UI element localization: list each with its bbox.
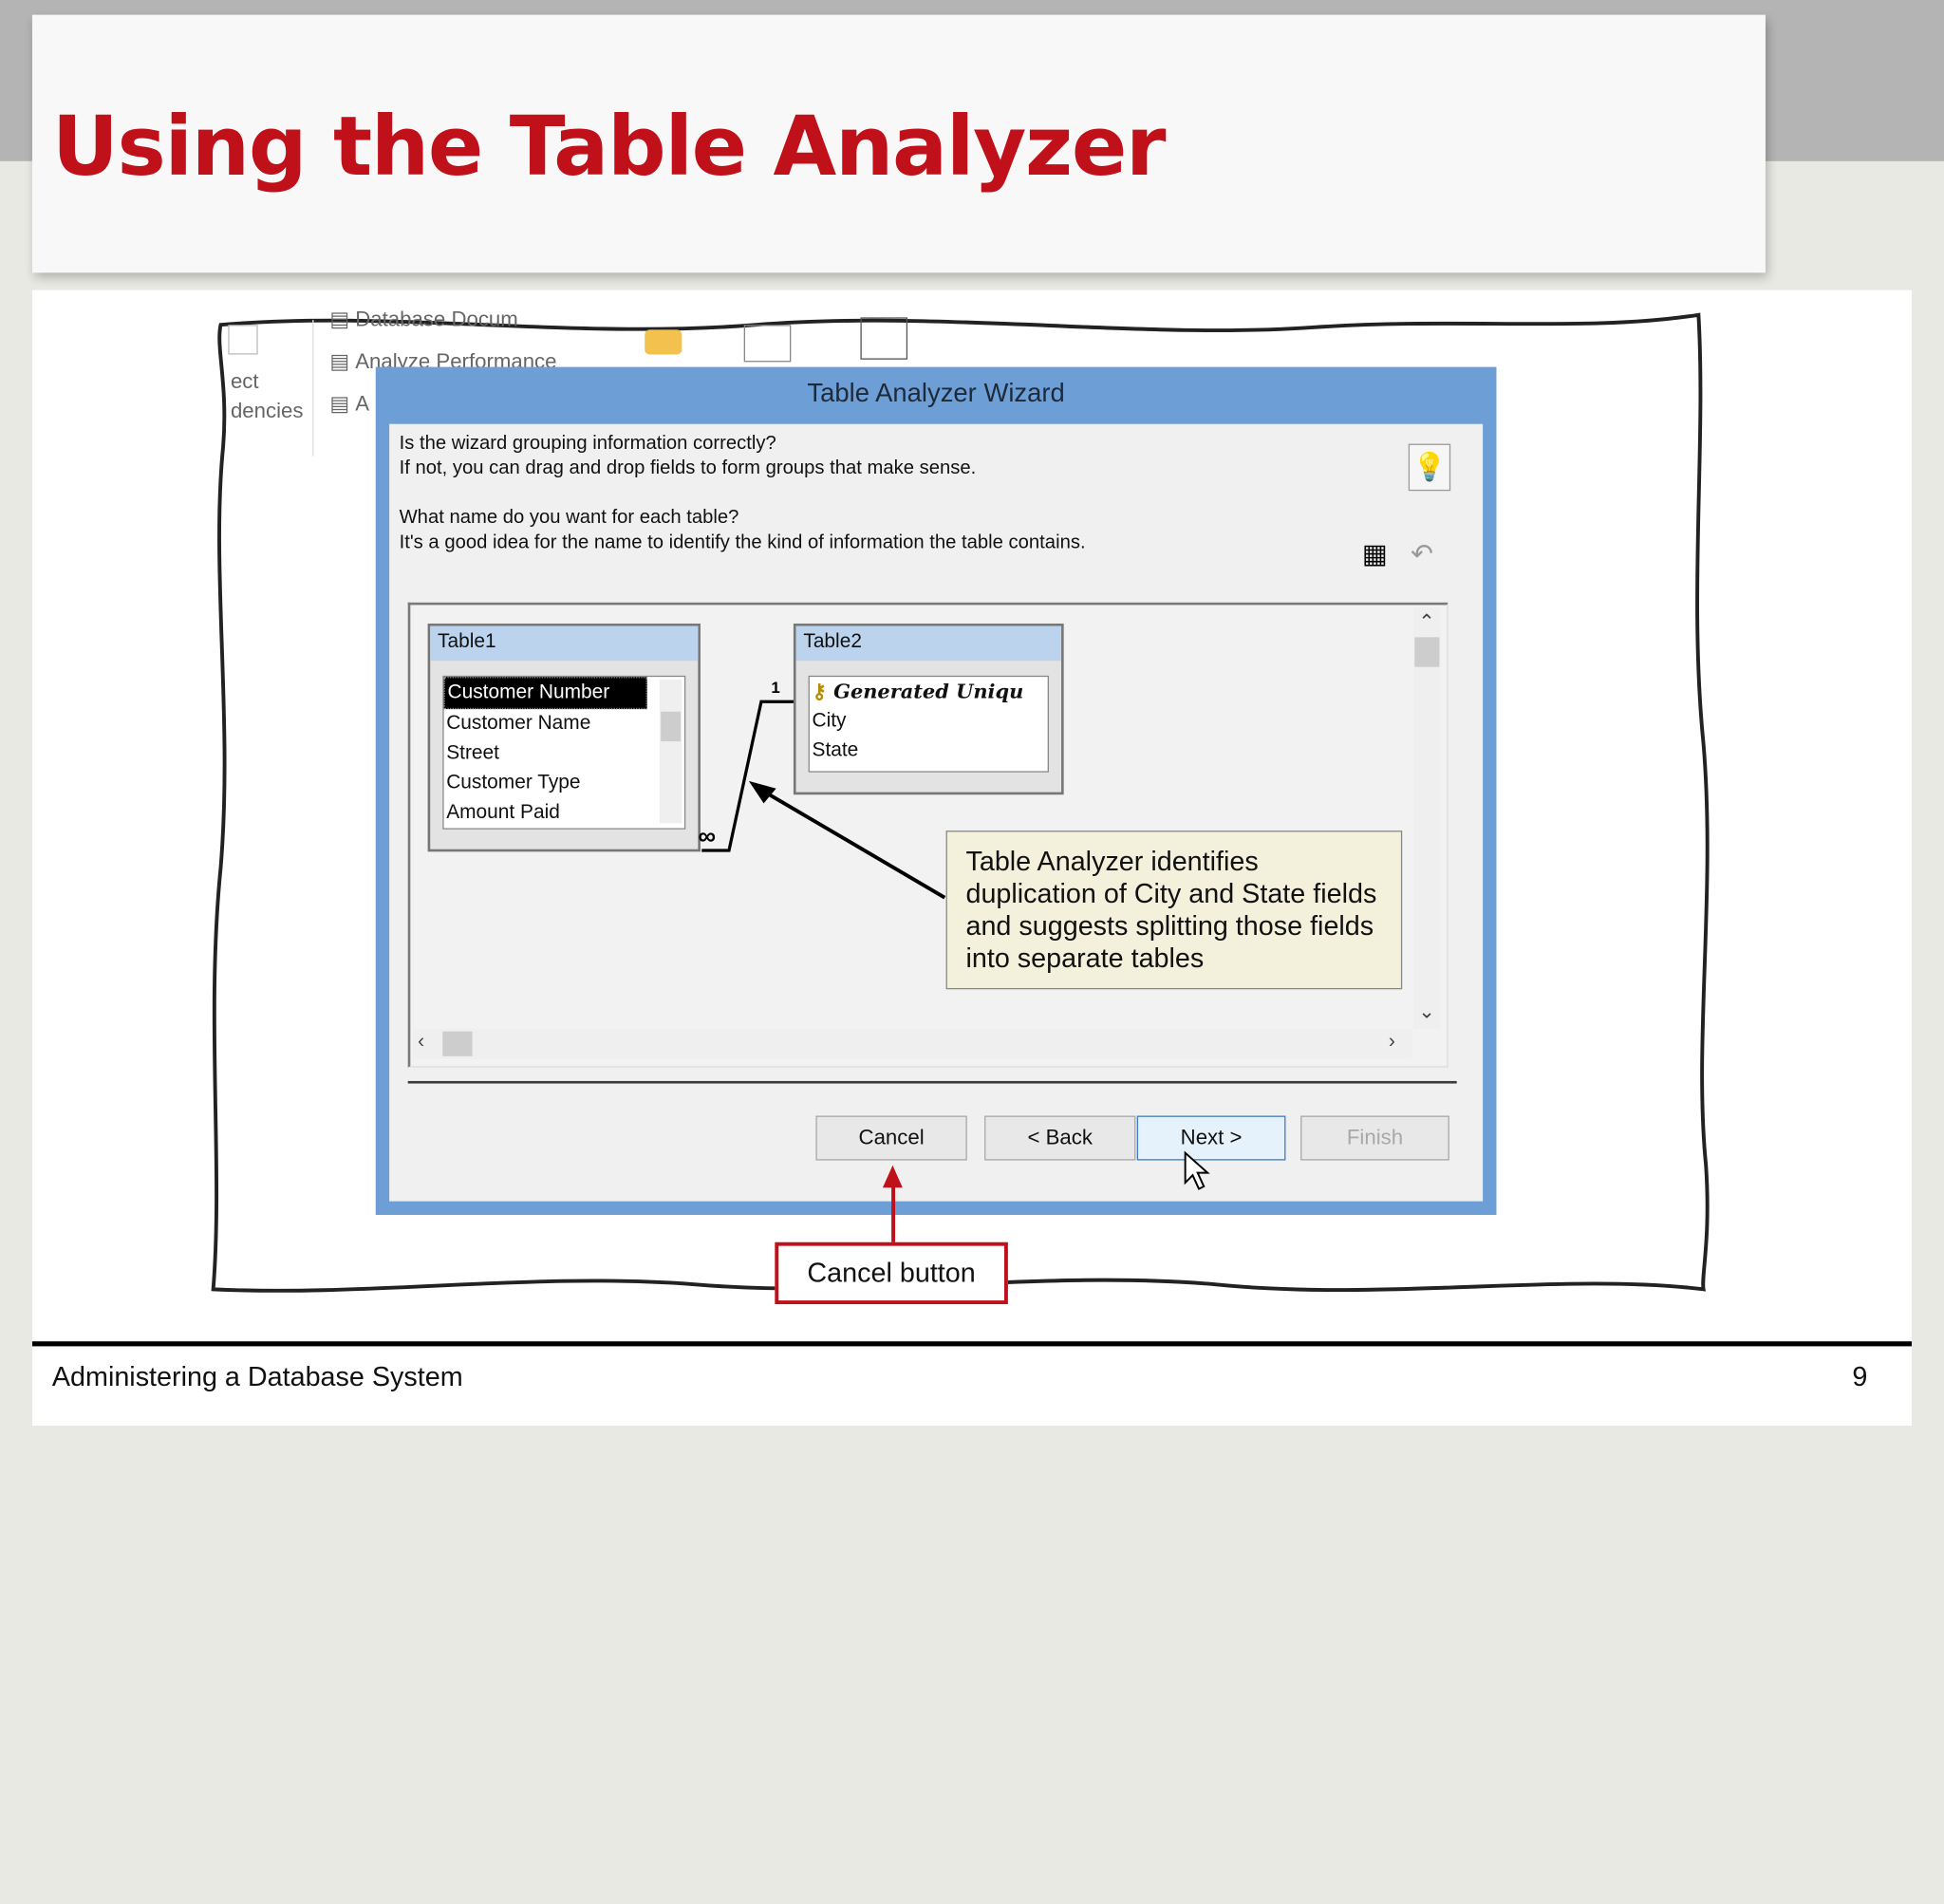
documenter-icon: ▤ — [329, 307, 350, 331]
slide-left-band — [0, 0, 32, 161]
vertical-scrollbar[interactable] — [1412, 607, 1441, 1030]
field-item[interactable]: Customer Name — [444, 709, 684, 738]
page-number: 9 — [1852, 1361, 1868, 1392]
back-button[interactable]: < Back — [984, 1115, 1136, 1161]
table1-scroll-thumb[interactable] — [661, 711, 682, 742]
slide-title: Using the Table Analyzer — [51, 99, 1167, 196]
analyzer-callout-text: Table Analyzer identifies duplication of… — [965, 845, 1377, 974]
table1-box[interactable]: Table1 Customer Number Customer Name Str… — [427, 623, 701, 852]
horizontal-scroll-thumb[interactable] — [442, 1031, 473, 1056]
ribbon-partial-label: dencies — [230, 399, 304, 423]
field-item[interactable]: State — [810, 737, 1048, 766]
analyze-table-icon: ▤ — [329, 391, 350, 416]
table1-scrollbar[interactable] — [659, 679, 682, 824]
scroll-left-icon[interactable]: ‹ — [418, 1032, 424, 1055]
scroll-up-icon[interactable]: ⌃ — [1418, 610, 1435, 635]
horizontal-scrollbar[interactable] — [412, 1029, 1412, 1059]
scroll-down-icon[interactable]: ⌄ — [1418, 999, 1435, 1024]
ribbon-grid-icon — [860, 317, 908, 360]
slide-top-band — [0, 0, 1944, 15]
finish-button[interactable]: Finish — [1300, 1115, 1449, 1161]
table2-box[interactable]: Table2 ⚷ Generated Uniqu City State — [793, 623, 1064, 795]
table2-field-list[interactable]: ⚷ Generated Uniqu City State — [808, 675, 1049, 773]
ribbon-partial-label: ect — [230, 369, 259, 394]
relation-one-label: 1 — [771, 678, 780, 698]
cancel-button[interactable]: Cancel — [815, 1115, 967, 1161]
cancel-callout-line — [891, 1175, 896, 1245]
ribbon-analyze-table[interactable]: ▤ A — [329, 392, 369, 417]
ribbon-dependencies-icon — [228, 325, 258, 355]
field-item[interactable]: City — [810, 706, 1048, 736]
wizard-separator — [407, 1080, 1457, 1084]
wizard-title: Table Analyzer Wizard — [807, 379, 1065, 408]
table2-name[interactable]: Table2 — [795, 625, 1062, 662]
instruction-line: If not, you can drag and drop fields to … — [399, 457, 977, 479]
instruction-line: What name do you want for each table? — [399, 507, 739, 529]
analyze-performance-icon: ▤ — [329, 349, 350, 374]
instruction-line: It's a good idea for the name to identif… — [399, 532, 1086, 553]
lightbulb-icon[interactable]: 💡 — [1408, 443, 1451, 492]
cancel-button-callout: Cancel button — [775, 1241, 1008, 1305]
field-item[interactable]: Customer Type — [444, 769, 684, 798]
ribbon-table-icon — [743, 325, 792, 363]
relation-many-label: ∞ — [698, 823, 716, 850]
rename-table-icon[interactable]: ▦ — [1354, 533, 1395, 575]
ribbon-icon — [645, 329, 682, 355]
ribbon-item-label: Database Docum — [355, 307, 518, 331]
mouse-pointer-icon — [1184, 1150, 1210, 1190]
instruction-line: Is the wizard grouping information corre… — [399, 432, 776, 455]
ribbon-item-label: A — [355, 391, 370, 416]
table1-name[interactable]: Table1 — [430, 625, 699, 662]
field-item[interactable]: Amount Paid — [444, 798, 684, 828]
ribbon-divider — [312, 319, 314, 457]
undo-icon[interactable]: ↶ — [1401, 533, 1443, 575]
slide-right-band — [1765, 0, 1944, 161]
ribbon-database-documenter[interactable]: ▤ Database Docum — [329, 308, 517, 332]
field-item[interactable]: Customer Number — [443, 677, 647, 710]
primary-key-field: Generated Uniqu — [833, 679, 1024, 703]
table1-field-list[interactable]: Customer Number Customer Name Street Cus… — [442, 675, 686, 830]
scroll-right-icon[interactable]: › — [1389, 1032, 1395, 1055]
key-icon: ⚷ — [812, 679, 827, 703]
field-item[interactable]: ⚷ Generated Uniqu — [810, 677, 1048, 706]
footer-text: Administering a Database System — [51, 1361, 463, 1392]
vertical-scroll-thumb[interactable] — [1414, 637, 1440, 667]
field-item[interactable]: Street — [444, 738, 684, 768]
